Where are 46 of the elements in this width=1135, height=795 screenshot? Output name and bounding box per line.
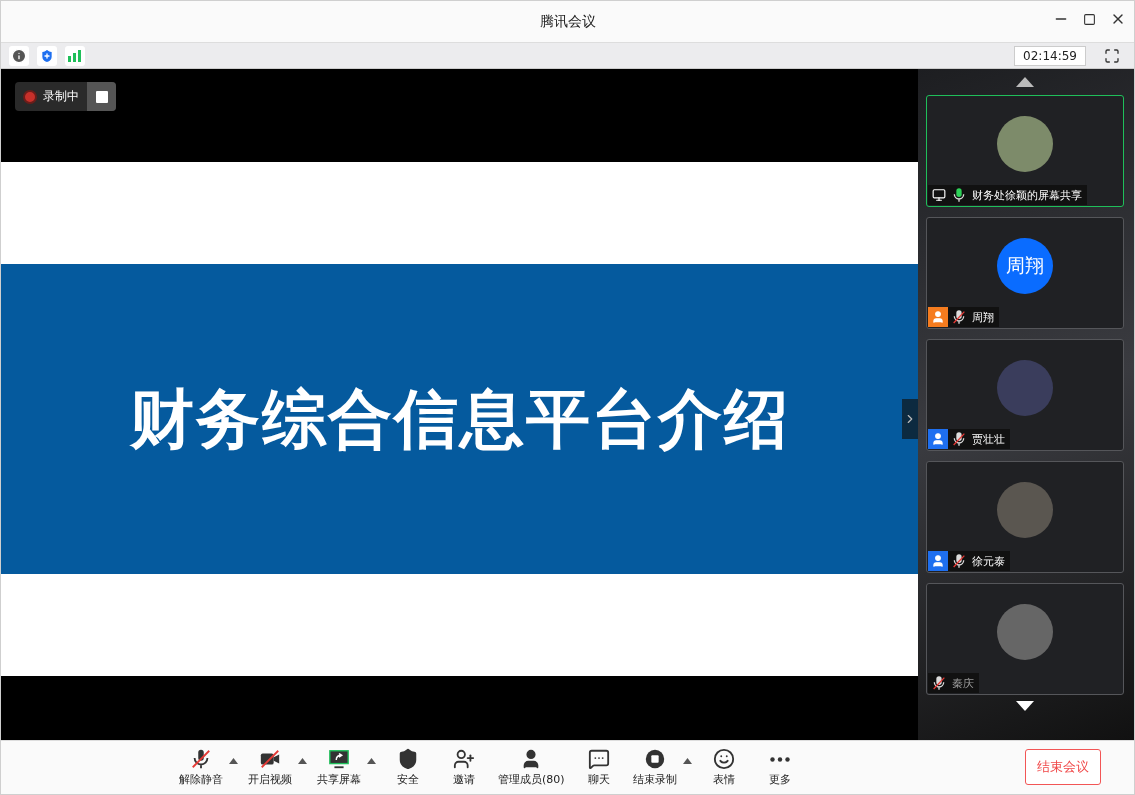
toolbar-button[interactable]: 安全 (380, 744, 436, 791)
slide-title: 财务综合信息平台介绍 (129, 380, 790, 458)
caret-icon[interactable] (682, 758, 692, 764)
more-icon (769, 757, 790, 762)
chat-icon (587, 748, 610, 770)
toolbar-button[interactable]: 解除静音 (173, 744, 229, 791)
avatar-photo-placeholder (997, 482, 1053, 538)
participant-name: 财务处徐颖的屏幕共享 (971, 187, 1083, 203)
caret-icon[interactable] (367, 758, 376, 764)
share-screen-icon (328, 748, 350, 770)
caret-icon[interactable] (229, 758, 238, 764)
collapse-handle[interactable] (902, 399, 918, 439)
participant-name: 秦庆 (951, 675, 975, 691)
end-meeting-button[interactable]: 结束会议 (1025, 749, 1101, 785)
shield-icon[interactable] (37, 45, 57, 66)
initials-avatar: 周翔 (997, 238, 1053, 294)
toolbar-button[interactable]: 聊天 (570, 744, 627, 791)
toolbar-button[interactable]: 管理成员(80) (492, 744, 571, 791)
window-title: 腾讯会议 (539, 12, 596, 31)
toolbar-button[interactable]: 邀请 (436, 744, 492, 791)
toolbar-button[interactable]: 表情 (695, 744, 752, 791)
info-icon[interactable] (9, 45, 29, 66)
stop-recording-button[interactable] (87, 82, 116, 111)
stop-icon (643, 748, 666, 770)
record-dot-icon (23, 89, 37, 104)
toolbar-button[interactable]: 更多 (751, 744, 808, 791)
avatar-photo-placeholder (997, 116, 1053, 172)
participant-name: 贾壮壮 (971, 431, 1006, 447)
scroll-up-icon[interactable] (1016, 77, 1034, 87)
caret-icon[interactable] (298, 758, 307, 764)
avatar-photo-placeholder (997, 360, 1053, 416)
stop-icon (95, 90, 108, 103)
toolbar-button[interactable]: 结束录制 (626, 744, 683, 791)
participant-name: 周翔 (971, 309, 995, 325)
avatar-photo-placeholder (997, 604, 1053, 660)
participant-name: 徐元泰 (971, 553, 1006, 569)
recording-label: 录制中 (43, 88, 80, 105)
meeting-timer: 02:14:59 (1014, 45, 1086, 66)
add-user-icon (453, 748, 475, 770)
shield-icon (397, 748, 419, 770)
smiley-icon (712, 748, 735, 770)
maximize-icon[interactable] (1083, 13, 1096, 26)
toolbar-button[interactable]: 开启视频 (242, 744, 298, 791)
toolbar-button[interactable]: 共享屏幕 (311, 744, 367, 791)
fullscreen-icon[interactable] (1104, 47, 1120, 64)
scroll-down-icon[interactable] (1016, 701, 1034, 711)
